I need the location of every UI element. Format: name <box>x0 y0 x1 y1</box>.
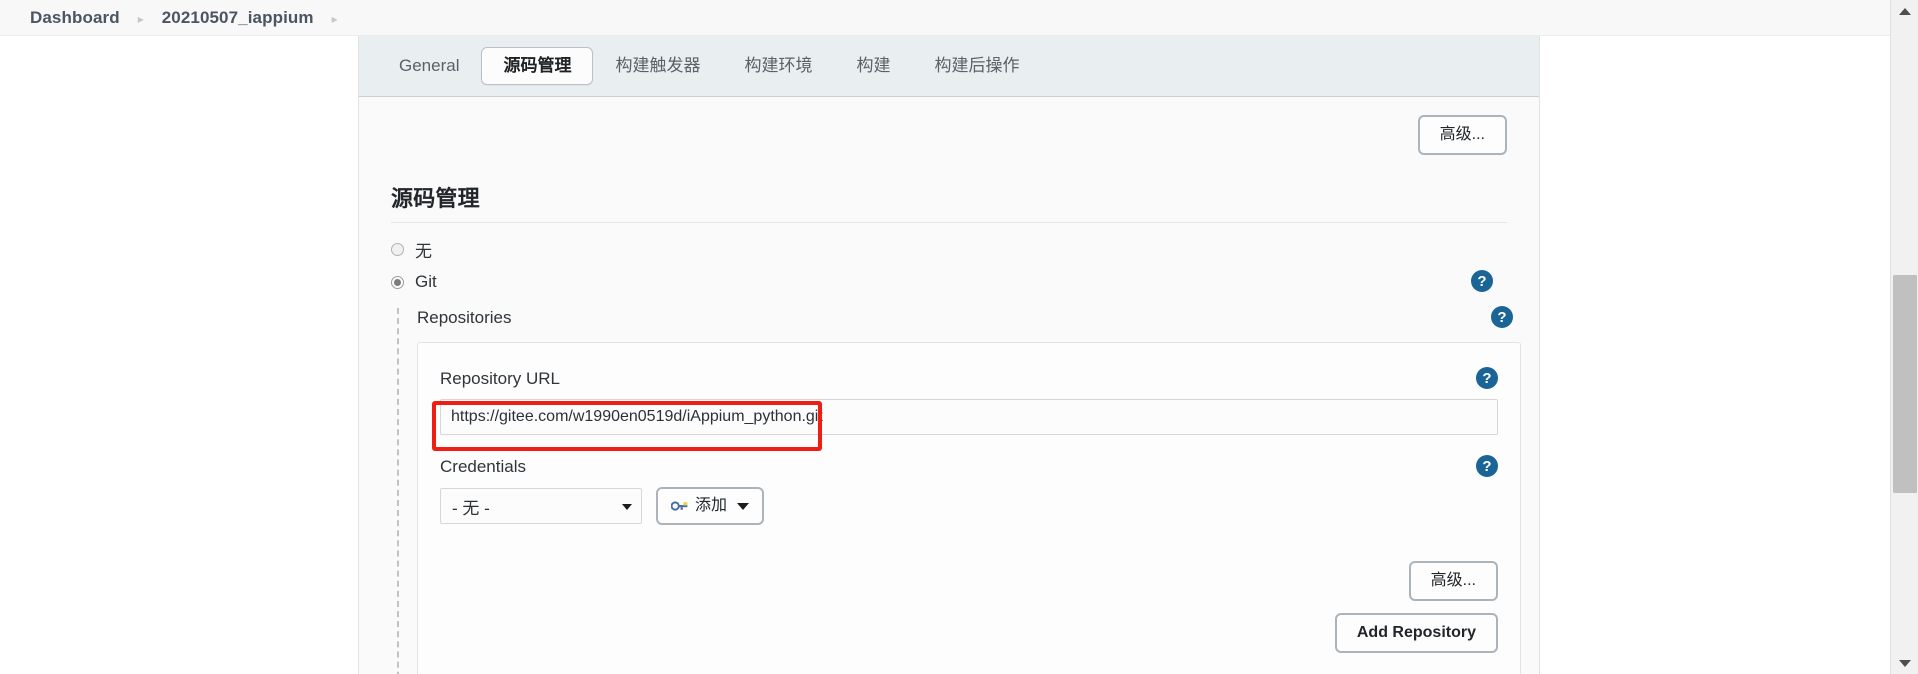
credentials-row: - 无 - 添加 <box>440 487 1498 525</box>
top-advanced-row: 高级... <box>377 97 1521 155</box>
advanced-button-repository[interactable]: 高级... <box>1408 561 1498 601</box>
label-credentials: Credentials <box>440 457 526 476</box>
tab-general[interactable]: General <box>377 47 481 85</box>
chevron-down-icon-add <box>737 502 750 510</box>
radio-row-none[interactable]: 无 <box>391 237 1521 262</box>
breadcrumb-item-dashboard[interactable]: Dashboard <box>30 8 120 28</box>
radio-git[interactable] <box>391 275 404 289</box>
help-icon-credentials[interactable]: ? <box>1476 455 1498 477</box>
config-panel: General 源码管理 构建触发器 构建环境 构建 构建后操作 高级... 源… <box>358 36 1540 674</box>
label-repositories: Repositories <box>417 308 512 327</box>
add-credentials-label: 添加 <box>695 497 728 514</box>
tab-source-code-management[interactable]: 源码管理 <box>481 46 594 86</box>
help-icon-repositories[interactable]: ? <box>1491 306 1513 328</box>
chevron-down-icon <box>622 504 632 510</box>
radio-label-none: 无 <box>415 242 432 261</box>
breadcrumb-separator-icon: ▸ <box>137 11 144 26</box>
help-icon-repository-url[interactable]: ? <box>1476 367 1498 389</box>
scrollbar-thumb[interactable] <box>1893 275 1917 493</box>
breadcrumb-item-job[interactable]: 20210507_iappium <box>162 8 314 28</box>
git-settings-block: Repositories ? Repository URL ? https://… <box>397 306 1521 674</box>
nesting-guide-line <box>397 308 399 674</box>
label-repository-url: Repository URL <box>440 369 560 388</box>
help-icon-git[interactable]: ? <box>1471 270 1493 292</box>
radio-row-git[interactable]: Git ? <box>391 270 1521 292</box>
repository-url-input[interactable] <box>440 399 1498 435</box>
page-scrollbar[interactable] <box>1890 0 1918 674</box>
section-divider <box>391 222 1507 223</box>
credentials-select-value: - 无 - <box>452 498 490 518</box>
app-root: Dashboard ▸ 20210507_iappium ▸ General 源… <box>0 0 1918 674</box>
key-icon <box>671 501 688 511</box>
add-repository-button[interactable]: Add Repository <box>1334 613 1498 653</box>
breadcrumb: Dashboard ▸ 20210507_iappium ▸ <box>0 0 1890 36</box>
scroll-down-arrow-icon[interactable] <box>1891 652 1918 674</box>
add-credentials-button[interactable]: 添加 <box>656 487 765 525</box>
repository-card: Repository URL ? Credentials ? <box>417 342 1521 674</box>
section-title-scm: 源码管理 <box>391 186 480 211</box>
breadcrumb-separator-icon-2: ▸ <box>331 11 338 26</box>
radio-label-git: Git <box>415 272 437 291</box>
page-body: General 源码管理 构建触发器 构建环境 构建 构建后操作 高级... 源… <box>0 36 1890 674</box>
advanced-button-top[interactable]: 高级... <box>1417 115 1507 155</box>
config-form: 高级... 源码管理 无 Git ? Repositories ? Reposi… <box>359 97 1539 674</box>
tab-build-triggers[interactable]: 构建触发器 <box>593 47 722 85</box>
tab-build[interactable]: 构建 <box>834 47 912 85</box>
credentials-select[interactable]: - 无 - <box>440 488 642 524</box>
repository-action-buttons: 高级... Add Repository <box>440 561 1498 653</box>
tab-build-environment[interactable]: 构建环境 <box>722 47 834 85</box>
radio-none[interactable] <box>391 243 404 256</box>
config-tab-bar: General 源码管理 构建触发器 构建环境 构建 构建后操作 <box>359 36 1539 97</box>
tab-post-build-actions[interactable]: 构建后操作 <box>912 47 1041 85</box>
scroll-up-arrow-icon[interactable] <box>1891 0 1918 22</box>
